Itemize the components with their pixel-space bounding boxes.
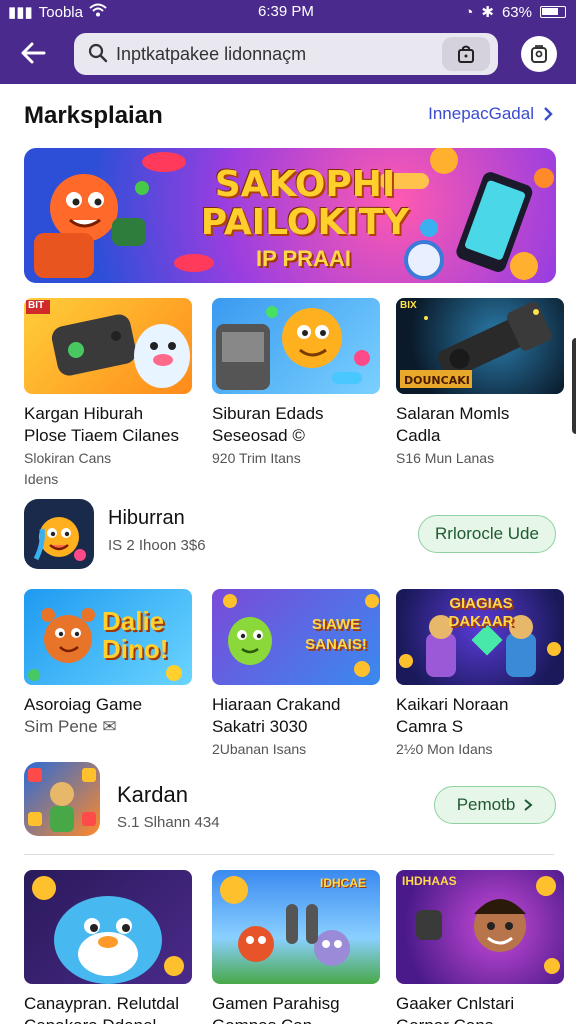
app-bar: Inptkatpakee lidonnaçm <box>0 24 576 84</box>
game-meta: S16 Mun Lanas <box>396 450 495 466</box>
game-title: Kargan Hiburah <box>24 404 144 423</box>
thumbnail-art-text: SIAWE SANAIS! <box>305 616 367 653</box>
account-icon <box>531 45 547 63</box>
status-bar: ▮▮▮ Toobla 6:39 PM ◔ ✱ 63% <box>0 0 576 24</box>
app-action-label: Pemotb <box>456 795 516 814</box>
game-subtitle: Plose Tiaem Cilanes <box>24 426 179 445</box>
game-thumbnail: IHDHAAS <box>396 870 564 984</box>
game-thumbnail: IDHCAE <box>212 870 380 984</box>
search-bar[interactable]: Inptkatpakee lidonnaçm <box>74 33 498 75</box>
app-action-button[interactable]: Pemotb <box>434 786 556 824</box>
see-all-link[interactable]: InnepacGadal <box>428 104 554 124</box>
divider <box>24 854 554 855</box>
game-meta: 920 Trim Itans <box>212 450 301 466</box>
game-title: Kaikari Noraan <box>396 695 509 714</box>
game-title: Gaaker Cnlstari <box>396 994 515 1013</box>
app-name: Kardan <box>117 782 188 807</box>
game-meta: 2½0 Mon Idans <box>396 741 493 757</box>
game-thumbnail: GIAGIAS DAKAAR <box>396 589 564 685</box>
app-listing[interactable]: Hiburran IS 2 Ihoon 3$6 Rrlorocle Ude <box>24 499 556 569</box>
game-title: Hiaraan Crakand <box>212 695 341 714</box>
game-title: Siburan Edads <box>212 404 324 423</box>
game-title: Gamen Parahisg <box>212 994 340 1013</box>
featured-banner[interactable]: SAKOPHI PAILOKITY IP PRAAI <box>24 148 556 283</box>
game-thumbnail: BIT <box>24 298 192 394</box>
thumbnail-art-text: IDHCAE <box>319 876 366 890</box>
game-card[interactable]: Dalie Dino! Asoroiag Game Sim Pene ✉ <box>24 589 192 738</box>
thumbnail-badge: BIT <box>28 300 45 311</box>
svg-text:DOUNCAKI: DOUNCAKI <box>404 374 470 387</box>
game-card[interactable]: SIAWE SANAIS! Hiaraan Crakand Sakatri 30… <box>212 589 380 759</box>
game-title: Asoroiag Game <box>24 695 143 714</box>
app-meta: IS 2 Ihoon 3$6 <box>108 537 206 554</box>
search-icon <box>88 43 108 63</box>
game-title: Canaypran. Relutdal <box>24 994 179 1013</box>
game-subtitle: Cadla <box>396 426 441 445</box>
search-input[interactable]: Inptkatpakee lidonnaçm <box>116 44 306 65</box>
app-icon <box>24 762 100 836</box>
section-header: Marksplaian InnepacGadal <box>24 100 554 130</box>
game-card[interactable]: BIT Kargan Hiburah Plose Tiaem Cilanes S… <box>24 298 192 489</box>
thumbnail-art-text: Dalie Dino! <box>102 606 169 664</box>
back-arrow-icon <box>21 42 46 64</box>
game-subtitle: Camra S <box>396 717 464 736</box>
game-thumbnail: SIAWE SANAIS! <box>212 589 380 685</box>
game-subtitle: Sakatri 3030 <box>212 717 308 736</box>
game-meta-extra: Idens <box>24 471 59 487</box>
see-all-label: InnepacGadal <box>428 104 534 123</box>
carrier-label: Toobla <box>38 3 83 21</box>
game-title: Salaran Momls <box>396 404 510 423</box>
chevron-right-icon <box>524 799 533 811</box>
thumbnail-art-text: IHDHAAS <box>402 874 457 888</box>
game-card[interactable]: DOUNCAKI BIX Salaran Momls Cadla S16 Mun… <box>396 298 564 468</box>
signal-icon: ▮▮▮ <box>8 4 33 21</box>
battery-icon <box>540 6 566 18</box>
next-card-peek <box>572 338 576 434</box>
app-action-label: Rrlorocle Ude <box>435 524 539 543</box>
battery-percent: 63% <box>501 3 532 21</box>
banner-title: SAKOPHI PAILOKITY <box>200 164 410 243</box>
app-name: Hiburran <box>108 507 185 529</box>
app-icon <box>24 499 94 569</box>
game-meta: Slokiran Cans <box>24 450 112 466</box>
chevron-right-icon <box>544 107 553 121</box>
game-subtitle: Gampas Can <box>212 1015 380 1024</box>
back-button[interactable] <box>18 38 52 70</box>
bag-icon <box>458 45 474 63</box>
game-card[interactable]: Siburan Edads Seseosad © 920 Trim Itans <box>212 298 380 468</box>
app-listing[interactable]: Kardan S.1 Slhann 434 Pemotb <box>24 762 556 836</box>
game-subtitle: Cepakara Ddenel <box>24 1015 192 1024</box>
game-card[interactable]: IHDHAAS Gaaker Cnlstari Garpar Cans <box>396 870 564 1024</box>
thumbnail-art-text: GIAGIAS DAKAAR <box>448 595 514 630</box>
bluetooth-icon: ✱ <box>481 4 494 21</box>
game-thumbnail <box>212 298 380 394</box>
game-subtitle: Garpar Cans <box>396 1015 564 1024</box>
alarm-icon: ◔ <box>464 3 474 21</box>
game-thumbnail <box>24 870 192 984</box>
status-time: 6:39 PM <box>258 3 314 20</box>
cart-button[interactable] <box>442 37 490 71</box>
thumbnail-badge: BIX <box>400 300 417 311</box>
wifi-icon <box>89 3 107 21</box>
game-meta: 2Ubanan Isans <box>212 741 307 757</box>
profile-button[interactable] <box>521 36 557 72</box>
game-thumbnail: DOUNCAKI BIX <box>396 298 564 394</box>
game-subtitle: Seseosad © <box>212 426 305 445</box>
game-card[interactable]: Canaypran. Relutdal Cepakara Ddenel <box>24 870 192 1024</box>
section-title: Marksplaian <box>24 102 163 129</box>
game-thumbnail: Dalie Dino! <box>24 589 192 685</box>
app-action-button[interactable]: Rrlorocle Ude <box>418 515 556 553</box>
game-card[interactable]: IDHCAE Gamen Parahisg Gampas Can <box>212 870 380 1024</box>
game-card[interactable]: GIAGIAS DAKAAR Kaikari Noraan Camra S 2½… <box>396 589 564 759</box>
game-subtitle: Sim Pene ✉ <box>24 717 117 736</box>
banner-subtitle: IP PRAAI <box>256 246 351 271</box>
app-meta: S.1 Slhann 434 <box>117 814 220 831</box>
